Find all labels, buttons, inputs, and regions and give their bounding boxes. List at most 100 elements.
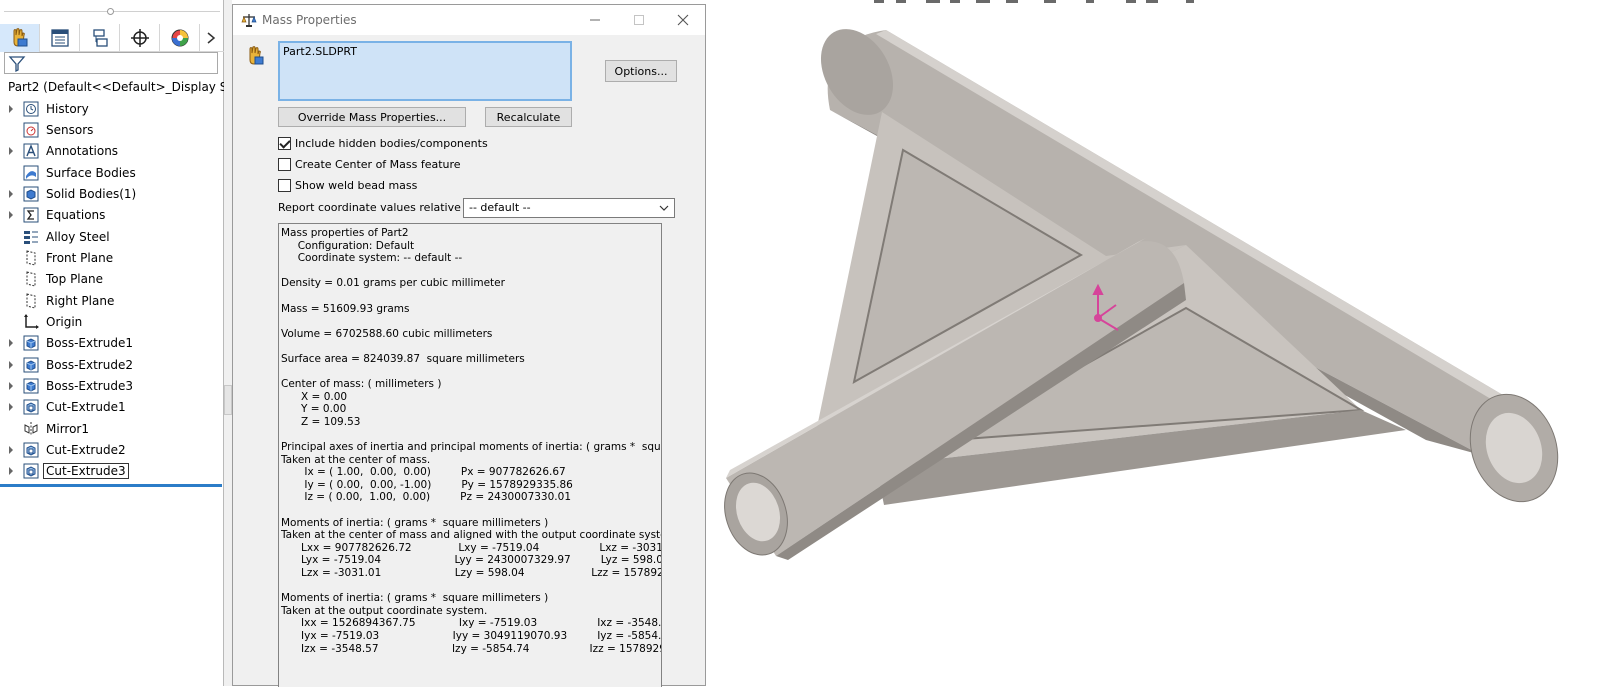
tree-item[interactable]: Cut-Extrude2 bbox=[0, 440, 224, 461]
dialog-titlebar[interactable]: Mass Properties bbox=[233, 5, 705, 35]
crosshair-icon bbox=[130, 29, 149, 47]
recalculate-button[interactable]: Recalculate bbox=[485, 107, 572, 127]
expand-arrow-icon[interactable] bbox=[0, 141, 22, 162]
tree-item[interactable]: Equations bbox=[0, 205, 224, 226]
selected-item[interactable]: Part2.SLDPRT bbox=[283, 45, 357, 58]
tree-item-label: Boss-Extrude1 bbox=[46, 336, 133, 351]
tree-item[interactable]: Alloy Steel bbox=[0, 226, 224, 247]
expand-arrow-icon[interactable] bbox=[0, 461, 22, 482]
tree-item-label: Alloy Steel bbox=[46, 229, 110, 244]
tree-item[interactable]: Mirror1 bbox=[0, 418, 224, 439]
tab-configuration-manager[interactable] bbox=[80, 24, 120, 52]
tab-dimxpert-manager[interactable] bbox=[120, 24, 160, 52]
tree-item[interactable]: Solid Bodies(1) bbox=[0, 183, 224, 204]
tree-item-label: Boss-Extrude2 bbox=[46, 357, 133, 372]
override-mass-properties-button[interactable]: Override Mass Properties... bbox=[278, 107, 466, 127]
expand-arrow-icon[interactable] bbox=[0, 376, 22, 397]
tree-item[interactable]: Boss-Extrude2 bbox=[0, 354, 224, 375]
material-icon bbox=[22, 228, 40, 246]
include-hidden-checkbox[interactable] bbox=[278, 136, 291, 150]
result-line: Mass properties of Part2 bbox=[281, 227, 409, 239]
splitter-handle[interactable] bbox=[224, 385, 232, 415]
feature-manager-icon bbox=[13, 28, 27, 47]
minimize-icon bbox=[590, 19, 600, 21]
result-line bbox=[281, 340, 661, 353]
minimize-button[interactable] bbox=[573, 5, 617, 35]
show-weld-checkbox-row[interactable]: Show weld bead mass bbox=[278, 177, 417, 193]
origin-icon bbox=[22, 313, 40, 331]
result-line: Ix = ( 1.00, 0.00, 0.00) Px = 907782626.… bbox=[281, 466, 566, 479]
panel-grip[interactable] bbox=[0, 6, 224, 18]
tree-item[interactable]: Origin bbox=[0, 312, 224, 333]
tree-item[interactable]: History bbox=[0, 98, 224, 119]
close-button[interactable] bbox=[661, 5, 705, 35]
result-line: Volume = 6702588.60 cubic millimeters bbox=[281, 327, 493, 340]
options-button[interactable]: Options... bbox=[605, 60, 677, 82]
tree-item[interactable]: Surface Bodies bbox=[0, 162, 224, 183]
tree-item[interactable]: Top Plane bbox=[0, 269, 224, 290]
tree-filter-input[interactable] bbox=[4, 52, 218, 74]
create-com-checkbox-row[interactable]: Create Center of Mass feature bbox=[278, 156, 461, 172]
result-line: Iz = ( 0.00, 1.00, 0.00) Pz = 2430007330… bbox=[281, 491, 571, 504]
coordinate-system-select[interactable]: -- default -- bbox=[463, 198, 675, 218]
rollback-bar[interactable] bbox=[0, 484, 222, 488]
expand-arrow-icon[interactable] bbox=[0, 354, 22, 375]
weldment-part-model[interactable] bbox=[714, 16, 1572, 563]
mass-properties-results[interactable]: Mass properties of Part2 Configuration: … bbox=[278, 223, 662, 687]
result-line: Lyx = -7519.04 Lyy = 2430007329.97 Lyz =… bbox=[281, 554, 662, 567]
expand-arrow-icon[interactable] bbox=[0, 440, 22, 461]
result-line: Z = 109.53 bbox=[281, 415, 361, 428]
tree-item-label: Origin bbox=[46, 315, 83, 329]
expand-arrow-icon[interactable] bbox=[0, 98, 22, 119]
include-hidden-checkbox-row[interactable]: Include hidden bodies/components bbox=[278, 135, 488, 151]
chevron-right-icon bbox=[207, 32, 216, 44]
tab-property-manager[interactable] bbox=[40, 24, 80, 52]
tree-item[interactable]: Annotations bbox=[0, 141, 224, 162]
selected-items-list[interactable]: Part2.SLDPRT bbox=[278, 41, 572, 101]
result-line: Mass = 51609.93 grams bbox=[281, 302, 410, 315]
maximize-button[interactable] bbox=[617, 5, 661, 35]
result-line bbox=[281, 265, 661, 278]
tree-item[interactable]: Front Plane bbox=[0, 247, 224, 268]
dialog-title: Mass Properties bbox=[262, 13, 357, 27]
result-line: Lzx = -3031.01 Lzy = 598.04 Lzz = 157892… bbox=[301, 567, 662, 580]
expand-arrow-icon[interactable] bbox=[0, 205, 22, 226]
result-line bbox=[281, 504, 661, 517]
tree-item-label: Mirror1 bbox=[46, 421, 89, 436]
result-line: Lxx = 907782626.72 Lxy = -7519.04 Lxz = … bbox=[281, 541, 662, 554]
tree-item[interactable]: Right Plane bbox=[0, 290, 224, 311]
tabs-scroll-right-button[interactable] bbox=[200, 24, 222, 52]
expand-arrow-icon[interactable] bbox=[0, 333, 22, 354]
expand-arrow-icon[interactable] bbox=[0, 397, 22, 418]
model-viewport[interactable] bbox=[706, 0, 1612, 686]
property-manager-icon bbox=[50, 29, 69, 47]
result-line: Iyx = -7519.03 Iyy = 3049119070.93 Iyz =… bbox=[281, 630, 662, 642]
result-line: Y = 0.00 bbox=[281, 403, 347, 416]
tree-item-label: Sensors bbox=[46, 122, 94, 137]
report-coordinate-label: Report coordinate values relative to: bbox=[278, 201, 480, 214]
tree-item[interactable]: Boss-Extrude3 bbox=[0, 376, 224, 397]
tree-root-part[interactable]: Part2 (Default<<Default>_Display Sta bbox=[0, 76, 224, 97]
surface-bodies-icon bbox=[22, 164, 40, 182]
tree-item[interactable]: Cut-Extrude1 bbox=[0, 397, 224, 418]
panel-splitter[interactable] bbox=[224, 0, 232, 686]
plane-icon bbox=[22, 270, 40, 288]
tab-display-manager[interactable] bbox=[160, 24, 200, 52]
heads-up-toolbar[interactable] bbox=[874, 0, 1194, 3]
tree-item[interactable]: Boss-Extrude1 bbox=[0, 333, 224, 354]
show-weld-checkbox[interactable] bbox=[278, 178, 291, 192]
tree-item-label: Solid Bodies(1) bbox=[46, 186, 137, 201]
create-com-checkbox[interactable] bbox=[278, 157, 291, 171]
expand-arrow-icon[interactable] bbox=[0, 183, 22, 204]
tree-item-label: Right Plane bbox=[46, 293, 115, 308]
include-hidden-label: Include hidden bodies/components bbox=[295, 136, 488, 150]
tree-item[interactable]: Sensors bbox=[0, 119, 224, 140]
tree-item[interactable]: Cut-Extrude3 bbox=[0, 461, 224, 482]
result-line: Iy = ( 0.00, 0.00, -1.00) Py = 157892933… bbox=[281, 478, 573, 491]
result-line: Center of mass: ( millimeters ) bbox=[281, 378, 442, 391]
tree-item-label: Boss-Extrude3 bbox=[46, 379, 133, 394]
tab-feature-manager[interactable] bbox=[0, 24, 40, 52]
